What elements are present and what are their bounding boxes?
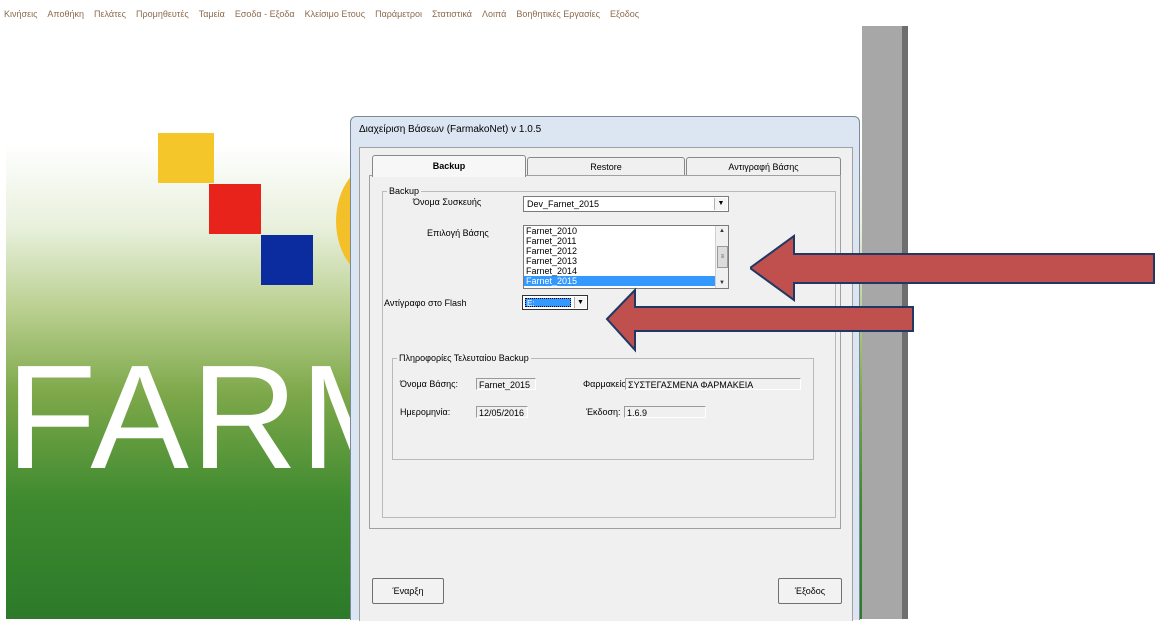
flash-drive-combo[interactable]: E: ▼	[522, 295, 588, 310]
backup-group-legend: Backup	[389, 186, 420, 196]
menu-items: Κινήσεις Αποθήκη Πελάτες Προμηθευτές Ταμ…	[4, 9, 639, 19]
menu-voithitikes[interactable]: Βοηθητικές Εργασίες	[516, 9, 600, 19]
pharmacy-field: ΣΥΣΤΕΓΑΣΜΕΝΑ ΦΑΡΜΑΚΕΙΑ	[625, 378, 801, 390]
list-item[interactable]: Farnet_2011	[524, 236, 728, 246]
device-name-label: Όνομα Συσκευής	[413, 197, 482, 207]
database-management-dialog: Διαχείριση Βάσεων (FarmakoNet) v 1.0.5 B…	[350, 116, 860, 621]
list-item[interactable]: Farnet_2014	[524, 266, 728, 276]
dialog-title: Διαχείριση Βάσεων (FarmakoNet) v 1.0.5	[359, 124, 542, 135]
menu-apothiki[interactable]: Αποθήκη	[47, 9, 84, 19]
tab-backup[interactable]: Backup	[372, 155, 526, 177]
backup-date-label: Ημερομηνία:	[400, 407, 451, 417]
chevron-down-icon[interactable]: ▼	[574, 297, 586, 308]
menu-pelates[interactable]: Πελάτες	[94, 9, 126, 19]
device-name-combo[interactable]: Dev_Farnet_2015 ▼	[523, 196, 729, 212]
list-item-selected[interactable]: Farnet_2015	[524, 276, 728, 286]
last-db-name-field: Farnet_2015	[476, 378, 536, 390]
logo-yellow-square	[158, 133, 214, 183]
scroll-thumb[interactable]: ≡	[717, 246, 728, 268]
listbox-scrollbar[interactable]: ▲ ≡ ▼	[715, 226, 728, 288]
logo-red-square	[209, 184, 261, 234]
database-select-label: Επιλογή Βάσης	[427, 228, 489, 238]
scroll-up-icon[interactable]: ▲	[716, 226, 728, 236]
list-item[interactable]: Farnet_2013	[524, 256, 728, 266]
menu-esoda-exoda[interactable]: Εσοδα - Εξοδα	[235, 9, 295, 19]
list-item[interactable]: Farnet_2010	[524, 226, 728, 236]
flash-drive-value: E:	[525, 298, 571, 308]
last-db-name-label: Όνομα Βάσης:	[400, 379, 458, 389]
database-listbox[interactable]: Farnet_2010 Farnet_2011 Farnet_2012 Farn…	[523, 225, 729, 289]
version-label: Έκδοση:	[586, 407, 621, 417]
annotation-arrow-bottom	[605, 287, 914, 353]
menu-kleisimo-etous[interactable]: Κλείσιμο Ετους	[305, 9, 365, 19]
menu-kiniseis[interactable]: Κινήσεις	[4, 9, 37, 19]
dialog-client-area: Backup Restore Αντιγραφή Βάσης Backup Όν…	[359, 147, 853, 621]
flash-copy-label: Αντίγραφο στο Flash	[384, 298, 467, 308]
version-field: 1.6.9	[624, 406, 706, 418]
menu-statistika[interactable]: Στατιστικά	[432, 9, 472, 19]
start-button[interactable]: Έναρξη	[372, 578, 444, 604]
logo-blue-square	[261, 235, 313, 285]
last-backup-legend: Πληροφορίες Τελευταίου Backup	[399, 353, 529, 363]
tab-restore[interactable]: Restore	[527, 157, 685, 176]
exit-button[interactable]: Έξοδος	[778, 578, 842, 604]
annotation-arrow-bottom-shape	[605, 287, 914, 353]
chevron-down-icon[interactable]: ▼	[714, 198, 727, 210]
menu-parametroi[interactable]: Παράμετροι	[375, 9, 422, 19]
pharmacy-label: Φαρμακείο	[583, 379, 627, 389]
menu-exodos[interactable]: Εξοδος	[610, 9, 639, 19]
menu-loipa[interactable]: Λοιπά	[482, 9, 506, 19]
menu-bar: Κινήσεις Αποθήκη Πελάτες Προμηθευτές Ταμ…	[0, 0, 908, 26]
list-item[interactable]: Farnet_2012	[524, 246, 728, 256]
tab-copy-database[interactable]: Αντιγραφή Βάσης	[686, 157, 841, 176]
backup-date-field: 12/05/2016	[476, 406, 528, 418]
menu-promitheutes[interactable]: Προμηθευτές	[136, 9, 189, 19]
device-name-value: Dev_Farnet_2015	[527, 199, 600, 209]
menu-tameia[interactable]: Ταμεία	[199, 9, 225, 19]
